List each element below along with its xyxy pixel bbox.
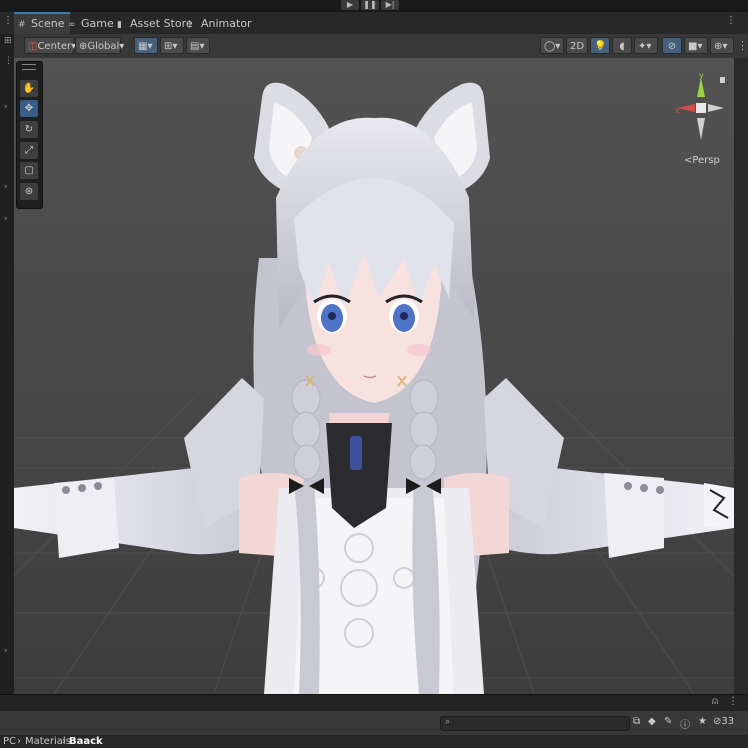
neg-y-axis-cone[interactable] bbox=[697, 118, 705, 140]
expand-arrow-icon[interactable]: › bbox=[4, 214, 8, 224]
panel-divider: ⍝ ⋮ bbox=[0, 694, 748, 711]
expand-arrow-icon[interactable]: › bbox=[4, 182, 8, 192]
grid-plane-icon: ▤▾ bbox=[190, 41, 205, 52]
scale-tool[interactable]: ⤢ bbox=[20, 142, 38, 159]
play-toolbar: ▶ ❚❚ ▶| bbox=[0, 0, 748, 12]
tab-scene[interactable]: # Scene bbox=[14, 12, 70, 34]
axis-x-label: x bbox=[675, 106, 680, 115]
gizmos-icon: ⊕▾ bbox=[714, 41, 728, 52]
neg-x-axis-cone[interactable] bbox=[708, 104, 724, 112]
grid-icon: ▦▾ bbox=[138, 41, 153, 52]
scene-render bbox=[14, 82, 734, 694]
more-options-icon[interactable]: ⋮ bbox=[737, 39, 748, 52]
more-icon[interactable]: ⋮ bbox=[4, 56, 13, 66]
rotate-tool[interactable]: ↻ bbox=[20, 121, 38, 138]
hand-icon: ✋ bbox=[22, 83, 36, 94]
gamepad-icon: ∞ bbox=[68, 20, 76, 30]
breadcrumb-separator: › bbox=[62, 736, 66, 747]
gizmos-dropdown[interactable]: ⊕▾ bbox=[710, 37, 734, 54]
draw-mode-dropdown[interactable]: ◯▾ bbox=[540, 37, 564, 54]
y-axis-cone[interactable] bbox=[697, 77, 705, 97]
transform-tool[interactable]: ⊛ bbox=[20, 183, 38, 200]
play-button[interactable]: ▶ bbox=[341, 0, 359, 10]
breadcrumb-item-current[interactable]: Baack bbox=[69, 735, 103, 748]
hidden-packages-toggle[interactable]: ⊘33 bbox=[713, 716, 734, 727]
hidden-count: 33 bbox=[721, 716, 735, 727]
breadcrumb-separator: › bbox=[17, 736, 21, 747]
speaker-icon: ◖ bbox=[619, 41, 625, 52]
project-search-input[interactable] bbox=[440, 716, 630, 731]
kebab-menu-icon[interactable]: ⋮ bbox=[3, 15, 13, 26]
effects-icon: ✦▾ bbox=[638, 41, 652, 52]
snap-increment-dropdown[interactable]: ⊞▾ bbox=[160, 37, 184, 54]
lock-icon[interactable]: ⍝ bbox=[712, 696, 718, 707]
axis-y-label: y bbox=[699, 72, 704, 80]
camera-dropdown[interactable]: ■▾ bbox=[684, 37, 708, 54]
pause-button[interactable]: ❚❚ bbox=[361, 0, 379, 10]
lighting-toggle[interactable]: 💡 bbox=[590, 37, 610, 54]
tab-bar: ⋮ # Scene ∞ Game ▮ Asset Store ⟩ Animator ⋮ bbox=[0, 12, 748, 35]
breadcrumb: PC › Materials › Baack bbox=[0, 735, 748, 748]
2d-toggle[interactable]: 2D bbox=[566, 37, 588, 54]
move-tool[interactable]: ✥ bbox=[20, 100, 38, 117]
crystal-pendant bbox=[350, 436, 362, 470]
info-icon[interactable]: ⓘ bbox=[680, 716, 690, 731]
lightbulb-icon: 💡 bbox=[594, 41, 607, 52]
right-dock-strip bbox=[734, 58, 748, 694]
scene-toolbar: ◫Center▾ ⊕Global▾ ▦▾ ⊞▾ ▤▾ ◯▾ 2D 💡 ◖ ✦▾ … bbox=[14, 34, 748, 59]
shading-mode-icon: ◯▾ bbox=[544, 41, 561, 52]
panel-grip-icon[interactable] bbox=[22, 64, 36, 70]
hierarchy-icon[interactable]: ⊞ bbox=[4, 36, 12, 46]
animator-icon: ⟩ bbox=[188, 20, 192, 30]
scene-visibility-toggle[interactable]: ⊘ bbox=[662, 37, 682, 54]
camera-icon: ■▾ bbox=[688, 41, 703, 52]
2d-label: 2D bbox=[570, 41, 585, 52]
tab-game-label: Game bbox=[81, 17, 114, 30]
hand-tool[interactable]: ✋ bbox=[20, 80, 38, 97]
grid-snap-toggle[interactable]: ▦▾ bbox=[134, 37, 158, 54]
breadcrumb-item-pc[interactable]: PC bbox=[3, 735, 16, 748]
space-mode-dropdown[interactable]: ⊕Global▾ bbox=[75, 37, 124, 54]
transform-icon: ⊛ bbox=[24, 186, 34, 197]
search-by-label-icon[interactable]: ◆ bbox=[648, 716, 656, 727]
rect-transform-icon: ▢ bbox=[24, 165, 34, 176]
left-dock-strip: ⊞ ⋮ › › › › bbox=[0, 34, 14, 694]
tab-options-icon[interactable]: ⋮ bbox=[726, 15, 736, 26]
effects-dropdown[interactable]: ✦▾ bbox=[634, 37, 658, 54]
tab-animator-label: Animator bbox=[201, 17, 252, 30]
tab-animator[interactable]: ⟩ Animator bbox=[184, 14, 257, 34]
expand-arrow-icon[interactable]: › bbox=[4, 102, 8, 112]
shopping-bag-icon: ▮ bbox=[117, 20, 122, 30]
lock-icon[interactable] bbox=[720, 77, 725, 83]
rotate-icon: ↻ bbox=[24, 124, 34, 135]
rect-tool[interactable]: ▢ bbox=[20, 162, 38, 179]
scene-viewport[interactable] bbox=[14, 58, 734, 694]
orientation-gizmo[interactable]: y x bbox=[672, 72, 734, 144]
search-by-type-icon[interactable]: ⧉ bbox=[633, 716, 640, 727]
grid-visibility-dropdown[interactable]: ▤▾ bbox=[186, 37, 210, 54]
tag-icon[interactable]: ✎ bbox=[664, 716, 672, 727]
snap-icon: ⊞▾ bbox=[164, 41, 178, 52]
tab-scene-label: Scene bbox=[31, 17, 65, 30]
expand-arrow-icon[interactable]: › bbox=[4, 646, 8, 656]
move-arrows-icon: ✥ bbox=[24, 103, 34, 114]
scale-icon: ⤢ bbox=[25, 145, 33, 156]
projection-label[interactable]: <Persp bbox=[684, 155, 720, 166]
pivot-mode-dropdown[interactable]: ◫Center▾ bbox=[24, 37, 76, 54]
search-icon: ⌕ bbox=[445, 717, 451, 727]
transform-tools-panel: ✋ ✥ ↻ ⤢ ▢ ⊛ bbox=[16, 61, 43, 209]
eye-slash-icon: ⊘ bbox=[667, 41, 677, 52]
audio-toggle[interactable]: ◖ bbox=[612, 37, 632, 54]
pivot-mode-label: Center bbox=[37, 41, 72, 52]
favorite-star-icon[interactable]: ★ bbox=[698, 716, 707, 727]
more-options-icon[interactable]: ⋮ bbox=[728, 696, 738, 707]
step-button[interactable]: ▶| bbox=[381, 0, 399, 10]
space-mode-label: Global bbox=[87, 41, 120, 52]
scene-grid-icon: # bbox=[18, 20, 26, 30]
tab-game[interactable]: ∞ Game bbox=[64, 14, 119, 34]
